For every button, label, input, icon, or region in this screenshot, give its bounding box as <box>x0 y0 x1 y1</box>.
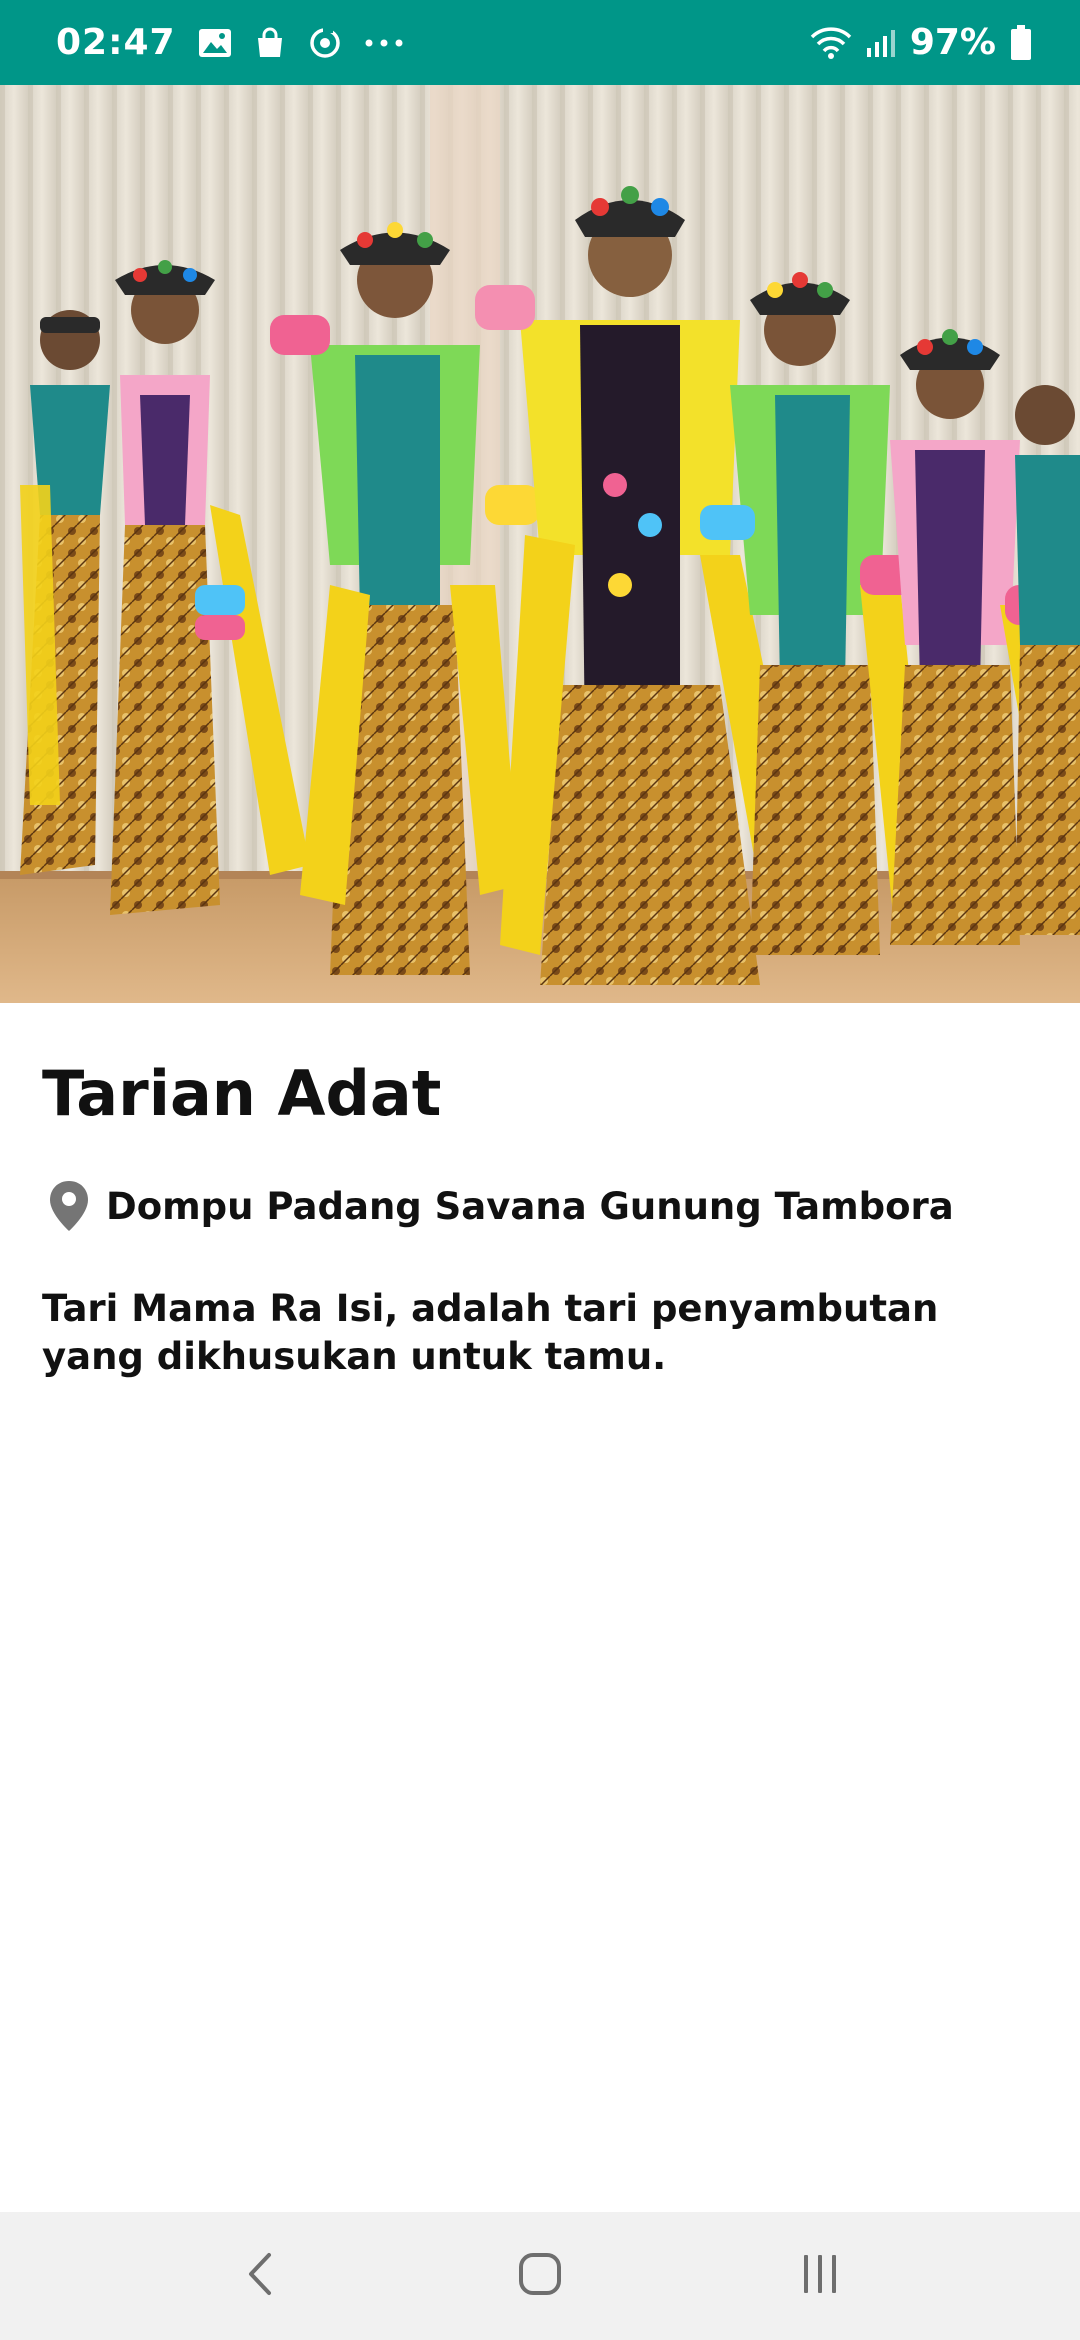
battery-percent: 97% <box>909 22 996 63</box>
recents-button[interactable] <box>760 2226 880 2326</box>
location-row: Dompu Padang Savana Gunung Tambora <box>48 1179 954 1233</box>
back-button[interactable] <box>200 2226 320 2326</box>
dancer-figure <box>1015 385 1080 935</box>
sync-icon <box>308 26 342 60</box>
status-bar: 02:47 97% <box>0 0 1080 85</box>
system-nav-bar <box>0 2212 1080 2340</box>
home-icon <box>517 2251 563 2301</box>
image-icon <box>198 28 232 58</box>
page-title: Tarian Adat <box>42 1057 442 1130</box>
description-text: Tari Mama Ra Isi, adalah tari penyambuta… <box>42 1287 939 1378</box>
home-button[interactable] <box>480 2226 600 2326</box>
wifi-icon <box>810 26 852 60</box>
shopping-bag-icon <box>254 27 286 59</box>
location-text: Dompu Padang Savana Gunung Tambora <box>106 1184 954 1228</box>
back-icon <box>245 2251 275 2301</box>
recents-icon <box>800 2253 840 2299</box>
signal-icon <box>866 28 896 58</box>
more-dots-icon <box>364 38 404 48</box>
location-pin-icon <box>48 1179 90 1233</box>
hero-photo <box>0 85 1080 1003</box>
battery-icon <box>1010 24 1032 61</box>
status-time: 02:47 <box>56 22 176 63</box>
